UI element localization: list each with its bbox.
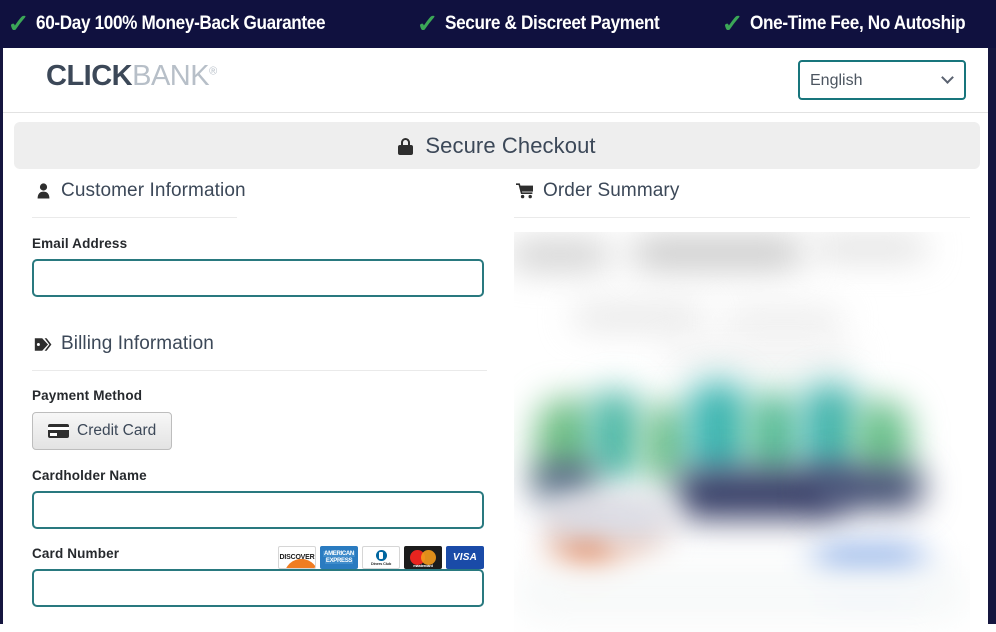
discover-logo: DISCOVER [278, 546, 316, 569]
accepted-cards-list: DISCOVER AMERICAN EXPRESS Diners Club ma… [278, 546, 484, 569]
guarantee-item: ✓ Secure & Discreet Payment [416, 9, 689, 38]
clickbank-logo: CLICKBANK® [46, 62, 217, 91]
tag-icon [32, 337, 54, 352]
billing-information-heading: Billing Information [32, 329, 484, 359]
secure-checkout-title: Secure Checkout [425, 132, 596, 158]
checkout-columns: Customer Information Email Address Billi… [3, 176, 988, 632]
person-icon [32, 183, 54, 199]
mastercard-logo: mastercard [404, 546, 442, 569]
billing-column: Customer Information Email Address Billi… [32, 176, 487, 624]
check-icon: ✓ [416, 9, 439, 38]
order-summary-content-blurred [514, 232, 970, 632]
order-summary-column: Order Summary [514, 176, 970, 632]
lock-icon [398, 137, 414, 155]
order-summary-heading: Order Summary [514, 176, 970, 206]
guarantee-text: 60-Day 100% Money-Back Guarantee [35, 12, 326, 35]
payment-method-label: Payment Method [32, 388, 143, 403]
cardholder-name-label: Cardholder Name [32, 468, 147, 483]
guarantee-text: Secure & Discreet Payment [444, 12, 660, 35]
email-input[interactable] [32, 259, 484, 297]
section-divider [32, 217, 237, 218]
logo-primary: CLICK [46, 60, 133, 92]
secure-checkout-bar: Secure Checkout [14, 122, 980, 169]
customer-information-heading: Customer Information [32, 176, 484, 206]
guarantee-banner: ✓ 60-Day 100% Money-Back Guarantee ✓ Sec… [0, 0, 996, 48]
guarantee-text: One-Time Fee, No Autoship [749, 12, 966, 35]
card-number-input[interactable] [32, 569, 484, 607]
amex-logo: AMERICAN EXPRESS [320, 546, 358, 569]
diners-club-logo: Diners Club [362, 546, 400, 569]
visa-logo: VISA [446, 546, 484, 569]
credit-card-icon [48, 424, 69, 438]
language-select[interactable]: English [798, 60, 966, 100]
site-header: CLICKBANK® English [3, 48, 988, 113]
cart-icon [514, 183, 536, 199]
section-divider [514, 217, 970, 218]
billing-information-title: Billing Information [61, 333, 214, 354]
logo-secondary: BANK [132, 60, 210, 92]
check-icon: ✓ [7, 9, 30, 38]
cardholder-name-input[interactable] [32, 491, 484, 529]
credit-card-method-button[interactable]: Credit Card [32, 412, 173, 450]
check-icon: ✓ [721, 9, 744, 38]
email-address-label: Email Address [32, 236, 128, 251]
registered-mark-icon: ® [209, 65, 217, 78]
guarantee-item: ✓ One-Time Fee, No Autoship [721, 9, 995, 38]
credit-card-button-label: Credit Card [77, 422, 157, 439]
section-divider [32, 370, 487, 371]
customer-information-title: Customer Information [61, 180, 246, 201]
order-summary-title: Order Summary [543, 180, 680, 201]
guarantee-item: ✓ 60-Day 100% Money-Back Guarantee [7, 9, 365, 38]
checkout-page: CLICKBANK® English Secure Checkout Custo… [0, 48, 996, 632]
